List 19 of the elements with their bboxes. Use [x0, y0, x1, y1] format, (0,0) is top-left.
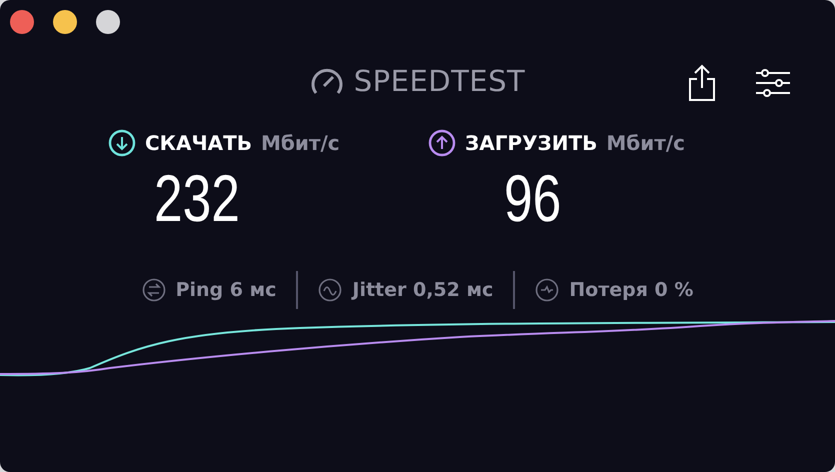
jitter-icon — [318, 278, 342, 302]
settings-button[interactable] — [755, 68, 791, 98]
zoom-button[interactable] — [96, 10, 120, 34]
stat-text: Потеря 0 % — [569, 279, 694, 301]
speed-value: 96 — [504, 160, 562, 236]
loss-icon — [535, 278, 560, 302]
minimize-button[interactable] — [53, 10, 77, 34]
metric-label: ЗАГРУЗИТЬ — [465, 131, 598, 155]
stat-text: Ping 6 мс — [176, 279, 276, 301]
gauge-icon — [310, 66, 344, 96]
metric-unit: Мбит/с — [261, 131, 340, 155]
close-button[interactable] — [10, 10, 34, 34]
metric-label: СКАЧАТЬ — [145, 131, 252, 155]
speed-value: 232 — [154, 160, 240, 236]
speedtest-logo: SPEEDTEST — [354, 64, 526, 98]
ping-icon — [142, 278, 166, 302]
metric-unit: Мбит/с — [606, 131, 685, 155]
stat-text: Jitter 0,52 мс — [352, 279, 494, 301]
share-button[interactable] — [687, 64, 717, 102]
